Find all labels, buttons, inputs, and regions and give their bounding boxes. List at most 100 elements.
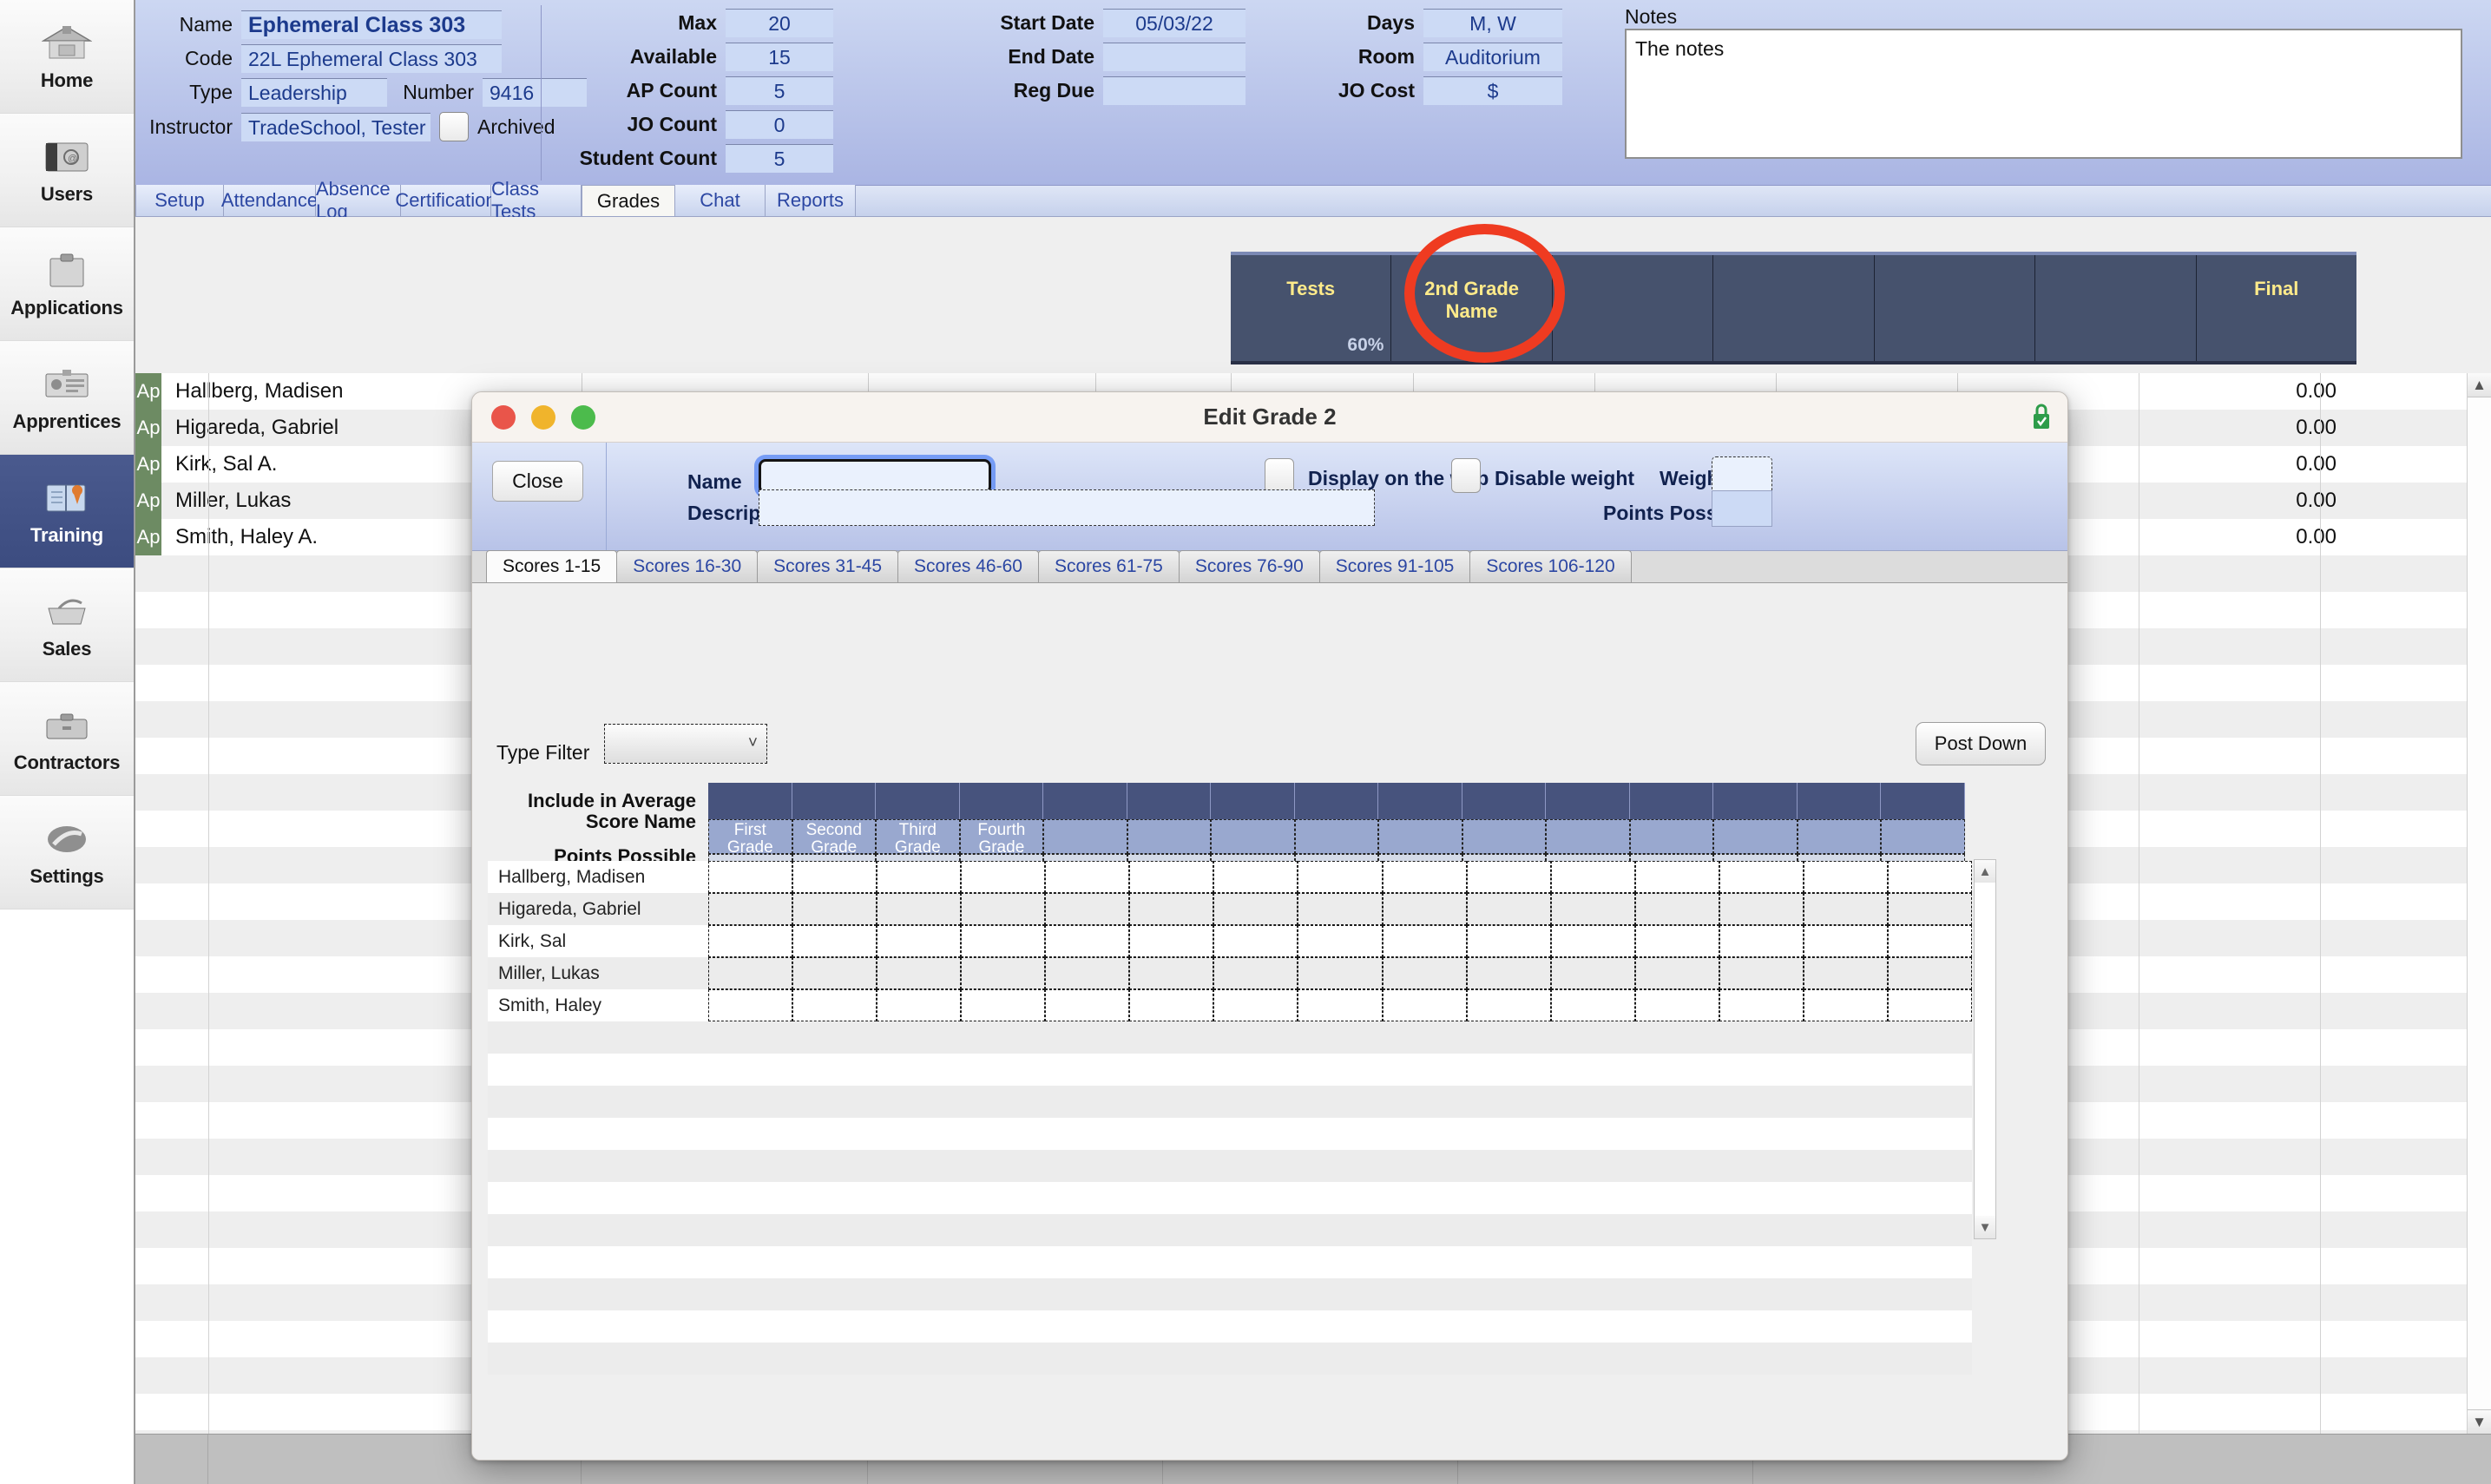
score-input-cell[interactable] (1887, 925, 1972, 957)
score-input-cell[interactable] (877, 893, 962, 925)
table-row[interactable] (488, 1150, 1972, 1182)
score-input-cell[interactable] (1213, 989, 1298, 1021)
score-input-cell[interactable] (1719, 893, 1804, 925)
disable-weight-checkbox[interactable] (1451, 458, 1481, 493)
score-name-cell[interactable]: Third Grade (876, 819, 960, 854)
sidebar-item-users[interactable]: @ Users (0, 114, 134, 227)
tab-grades[interactable]: Grades (582, 185, 675, 216)
score-input-cell[interactable] (1887, 893, 1972, 925)
jo-cost-input[interactable]: $ (1423, 76, 1562, 105)
score-input-cell[interactable] (1045, 893, 1130, 925)
score-input-cell[interactable] (792, 893, 877, 925)
score-input-cell[interactable] (1298, 925, 1383, 957)
type-input[interactable]: Leadership (241, 78, 387, 107)
score-input-cell[interactable] (1298, 893, 1383, 925)
include-in-average-cell[interactable] (1462, 783, 1547, 819)
score-input-cell[interactable] (1550, 957, 1635, 989)
score-input-cell[interactable] (1466, 957, 1551, 989)
sidebar-item-home[interactable]: Home (0, 0, 134, 114)
score-name-cell[interactable] (1043, 819, 1127, 854)
tab-scores-31-45[interactable]: Scores 31-45 (757, 550, 899, 582)
code-input[interactable]: 22L Ephemeral Class 303 (241, 44, 502, 73)
table-row[interactable]: Higareda, Gabriel (488, 893, 1972, 925)
score-input-cell[interactable] (877, 861, 962, 893)
score-input-cell[interactable] (1634, 861, 1719, 893)
score-name-cell[interactable] (1881, 819, 1965, 854)
score-input-cell[interactable] (877, 989, 962, 1021)
score-input-cell[interactable] (1213, 957, 1298, 989)
tab-class-tests[interactable]: Class Tests (491, 178, 582, 222)
score-name-cell[interactable] (1462, 819, 1547, 854)
score-input-cell[interactable] (1213, 925, 1298, 957)
score-input-cell[interactable] (961, 989, 1046, 1021)
scroll-down-icon[interactable]: ▼ (2468, 1409, 2491, 1434)
score-input-cell[interactable] (1550, 925, 1635, 957)
grade-col-4[interactable] (1713, 255, 1875, 361)
score-input-cell[interactable] (1887, 989, 1972, 1021)
description-input[interactable] (759, 489, 1375, 526)
score-input-cell[interactable] (961, 957, 1046, 989)
score-input-cell[interactable] (1803, 893, 1888, 925)
score-input-cell[interactable] (1887, 957, 1972, 989)
score-input-cell[interactable] (877, 957, 962, 989)
score-input-cell[interactable] (1634, 957, 1719, 989)
table-row[interactable] (488, 1214, 1972, 1246)
score-input-cell[interactable] (1213, 893, 1298, 925)
score-input-cell[interactable] (1719, 957, 1804, 989)
score-input-cell[interactable] (1382, 893, 1467, 925)
include-in-average-cell[interactable] (1378, 783, 1462, 819)
score-input-cell[interactable] (1719, 989, 1804, 1021)
score-input-cell[interactable] (792, 925, 877, 957)
name-input[interactable]: Ephemeral Class 303 (241, 10, 502, 39)
table-row[interactable] (488, 1086, 1972, 1118)
tab-scores-91-105[interactable]: Scores 91-105 (1318, 550, 1471, 582)
score-input-cell[interactable] (792, 861, 877, 893)
score-input-cell[interactable] (1466, 989, 1551, 1021)
score-name-cell[interactable] (1294, 819, 1379, 854)
include-in-average-cell[interactable] (1546, 783, 1630, 819)
table-row[interactable] (488, 1278, 1972, 1310)
table-row[interactable] (488, 1310, 1972, 1343)
reg-due-input[interactable] (1103, 76, 1246, 105)
include-in-average-cell[interactable] (1294, 783, 1379, 819)
score-input-cell[interactable] (1298, 989, 1383, 1021)
score-input-cell[interactable] (1213, 861, 1298, 893)
score-input-cell[interactable] (1634, 989, 1719, 1021)
score-input-cell[interactable] (708, 925, 793, 957)
tab-attendance[interactable]: Attendance (221, 185, 318, 216)
sidebar-item-settings[interactable]: Settings (0, 796, 134, 909)
score-input-cell[interactable] (1719, 925, 1804, 957)
score-name-cell[interactable]: Fourth Grade (959, 819, 1044, 854)
score-input-cell[interactable] (1129, 925, 1214, 957)
include-in-average-cell[interactable] (1797, 783, 1882, 819)
student-count-input[interactable]: 5 (726, 144, 833, 173)
include-in-average-cell[interactable] (1713, 783, 1798, 819)
scroll-down-icon[interactable]: ▼ (1975, 1216, 1995, 1238)
tab-reports[interactable]: Reports (766, 185, 856, 216)
scroll-up-icon[interactable]: ▲ (2468, 373, 2491, 397)
max-input[interactable]: 20 (726, 9, 833, 37)
score-input-cell[interactable] (1045, 861, 1130, 893)
score-input-cell[interactable] (708, 893, 793, 925)
table-row[interactable]: Kirk, Sal (488, 925, 1972, 957)
post-down-button[interactable]: Post Down (1916, 722, 2046, 765)
score-input-cell[interactable] (708, 989, 793, 1021)
score-input-cell[interactable] (1887, 861, 1972, 893)
score-input-cell[interactable] (961, 925, 1046, 957)
tab-scores-106-120[interactable]: Scores 106-120 (1469, 550, 1632, 582)
score-input-cell[interactable] (708, 861, 793, 893)
score-input-cell[interactable] (1045, 957, 1130, 989)
grade-col-6[interactable] (2035, 255, 2197, 361)
score-input-cell[interactable] (1129, 957, 1214, 989)
tab-scores-1-15[interactable]: Scores 1-15 (486, 550, 618, 582)
tab-scores-61-75[interactable]: Scores 61-75 (1037, 550, 1180, 582)
score-input-cell[interactable] (961, 893, 1046, 925)
table-row[interactable]: Hallberg, Madisen (488, 861, 1972, 893)
score-input-cell[interactable] (1550, 893, 1635, 925)
main-scrollbar[interactable]: ▲ ▼ (2467, 373, 2491, 1434)
include-in-average-cell[interactable] (708, 783, 792, 819)
score-input-cell[interactable] (1466, 861, 1551, 893)
include-in-average-cell[interactable] (959, 783, 1044, 819)
available-input[interactable]: 15 (726, 43, 833, 71)
archived-checkbox[interactable] (439, 112, 469, 141)
